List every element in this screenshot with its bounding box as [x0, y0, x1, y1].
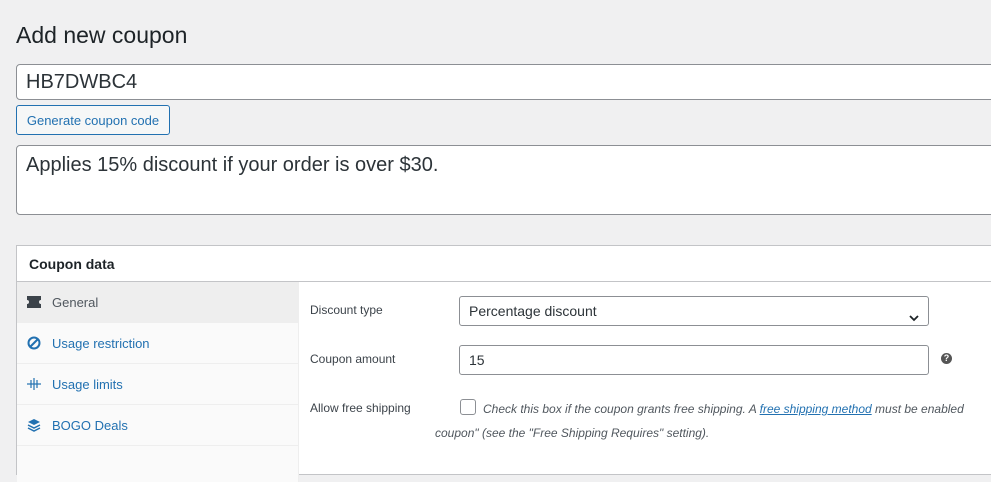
coupon-amount-input[interactable]: 15	[459, 345, 929, 375]
coupon-code-input[interactable]: HB7DWBC4	[16, 64, 991, 100]
tab-bogo-deals[interactable]: BOGO Deals	[17, 405, 298, 446]
bogo-icon	[26, 417, 42, 433]
free-shipping-text-line2: coupon" (see the "Free Shipping Requires…	[435, 426, 710, 440]
free-shipping-label: Allow free shipping	[310, 401, 411, 415]
free-shipping-text: must be enabled	[871, 402, 964, 416]
restriction-icon	[26, 335, 42, 351]
tab-label: Usage limits	[52, 376, 123, 392]
coupon-data-panel: Coupon data General Usage restriction Us…	[16, 245, 991, 482]
limits-icon	[26, 376, 42, 392]
discount-type-select[interactable]: Percentage discount	[459, 296, 929, 326]
free-shipping-text: Check this box if the coupon grants free…	[483, 402, 760, 416]
tab-general[interactable]: General	[17, 282, 298, 323]
discount-type-value: Percentage discount	[469, 303, 597, 319]
generate-coupon-code-button[interactable]: Generate coupon code	[16, 105, 170, 135]
free-shipping-method-link[interactable]: free shipping method	[760, 402, 872, 416]
coupon-data-tabs: General Usage restriction Usage limits B…	[17, 282, 299, 482]
tab-usage-limits[interactable]: Usage limits	[17, 364, 298, 405]
tab-usage-restriction[interactable]: Usage restriction	[17, 323, 298, 364]
help-icon[interactable]: ?	[941, 353, 952, 364]
coupon-description-textarea[interactable]: Applies 15% discount if your order is ov…	[16, 145, 991, 215]
page-title: Add new coupon	[16, 22, 188, 48]
chevron-down-icon	[908, 305, 920, 333]
coupon-amount-label: Coupon amount	[310, 352, 396, 366]
tab-label: Usage restriction	[52, 335, 150, 351]
free-shipping-description: Check this box if the coupon grants free…	[435, 397, 991, 445]
tab-label: General	[52, 294, 99, 310]
coupon-data-header: Coupon data	[17, 246, 991, 282]
ticket-icon	[26, 294, 42, 310]
tab-label: BOGO Deals	[52, 417, 128, 433]
discount-type-label: Discount type	[310, 303, 383, 317]
